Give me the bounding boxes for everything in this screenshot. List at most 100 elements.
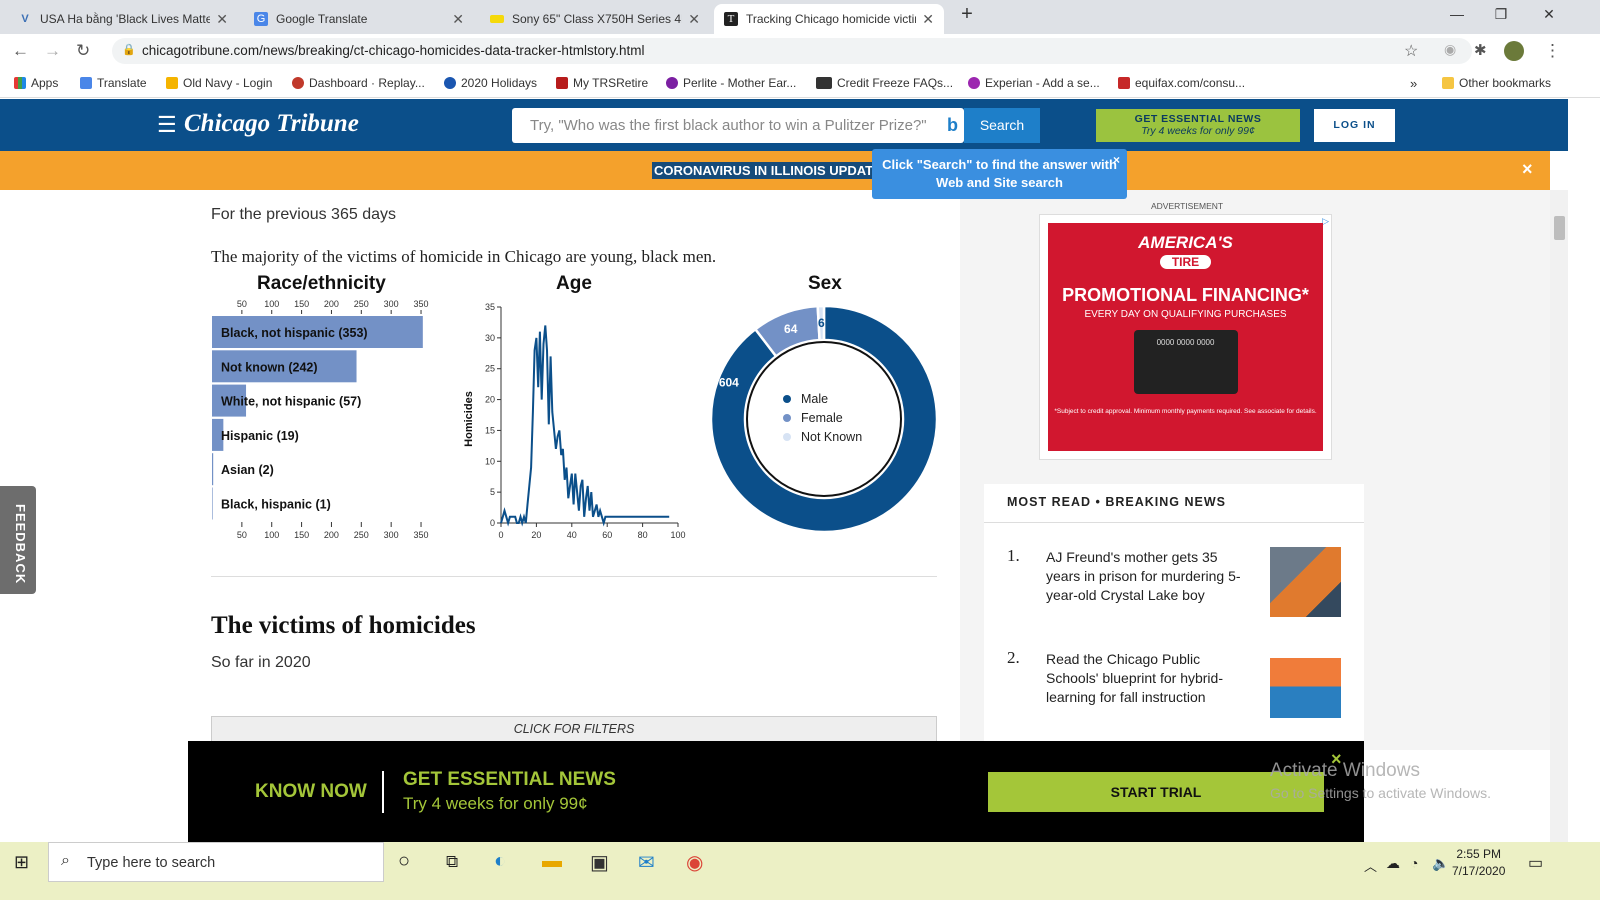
bookmark-trs[interactable]: My TRSRetire (556, 76, 648, 90)
bar-label: Black, not hispanic (353) (221, 326, 368, 340)
x-tick-label: 0 (498, 530, 503, 540)
bookmark-equifax[interactable]: equifax.com/consu... (1118, 76, 1245, 90)
y-tick-label: 5 (490, 487, 495, 497)
notifications-icon[interactable]: ▭ (1528, 853, 1543, 873)
back-icon[interactable]: ← (12, 41, 29, 61)
network-icon[interactable]: ◔ (1410, 855, 1418, 871)
bookmark-experian[interactable]: Experian - Add a se... (968, 76, 1100, 90)
coronavirus-banner: CORONAVIRUS IN ILLINOIS UPDATES × (0, 151, 1550, 190)
extension-icon[interactable]: ◉ (1444, 41, 1456, 58)
clock[interactable]: 2:55 PM 7/17/2020 (1452, 846, 1505, 880)
close-banner-icon[interactable]: × (1522, 159, 1533, 180)
other-bookmarks[interactable]: Other bookmarks (1442, 76, 1551, 90)
ad-banner[interactable]: AMERICA'S TIRE PROMOTIONAL FINANCING* EV… (1048, 223, 1323, 451)
legend-swatch (783, 414, 791, 422)
essential-news-button[interactable]: GET ESSENTIAL NEWS Try 4 weeks for only … (1096, 109, 1300, 142)
new-tab-icon[interactable]: + (952, 3, 982, 26)
restore-icon[interactable]: ❐ (1486, 6, 1516, 23)
divider (984, 522, 1364, 523)
close-window-icon[interactable]: ✕ (1534, 6, 1564, 23)
cortana-icon[interactable]: ○ (398, 850, 410, 873)
windows-activation-watermark: Activate Windows Go to Settings to activ… (1270, 760, 1491, 801)
ad-label: ADVERTISEMENT (1151, 201, 1224, 211)
puzzle-icon[interactable]: ✱ (1474, 41, 1487, 59)
windows-start-icon[interactable]: ⊞ (14, 852, 29, 873)
x-tick-label-bottom: 250 (354, 530, 369, 540)
browser-tab[interactable]: V USA Ha bằng 'Black Lives Matter' ✕ (8, 4, 238, 34)
site-logo[interactable]: Chicago Tribune (184, 110, 359, 138)
store-icon[interactable]: ▣ (590, 850, 609, 875)
close-tooltip-icon[interactable]: × (1113, 151, 1120, 169)
url-field[interactable]: 🔒 chicagotribune.com/news/breaking/ct-ch… (112, 38, 1472, 64)
hamburger-menu-icon[interactable]: ☰ (157, 112, 177, 138)
x-tick-label: 100 (670, 530, 685, 540)
bookmark-dashboard[interactable]: Dashboard · Replay... (292, 76, 425, 90)
tray-chevron-icon[interactable]: ︿ (1364, 856, 1377, 875)
legend-label: Not Known (801, 430, 862, 444)
slice-value-label: 604 (719, 375, 739, 389)
x-tick-label-bottom: 200 (324, 530, 339, 540)
taskbar-search[interactable]: ⌕ Type here to search (48, 842, 384, 882)
folder-icon (1442, 77, 1454, 89)
x-tick-label-bottom: 50 (237, 530, 247, 540)
dashboard-icon (292, 77, 304, 89)
onedrive-icon[interactable]: ☁ (1386, 855, 1400, 872)
search-button[interactable]: Search (964, 108, 1040, 143)
adchoices-icon[interactable]: ▷ (1322, 216, 1329, 227)
chrome-icon[interactable]: ◉ (686, 850, 703, 875)
x-tick-label: 20 (531, 530, 541, 540)
feedback-tab[interactable]: FEEDBACK (0, 486, 36, 594)
browser-tab-active[interactable]: T Tracking Chicago homicide victim ✕ (714, 4, 944, 34)
story-thumbnail[interactable] (1270, 648, 1341, 718)
bookmark-ftc[interactable]: Credit Freeze FAQs... (816, 76, 953, 90)
y-tick-label: 20 (485, 395, 495, 405)
scrollbar[interactable] (1550, 190, 1568, 842)
article-subhead: For the previous 365 days (211, 206, 396, 223)
search-input[interactable]: Try, "Who was the first black author to … (512, 108, 964, 143)
file-explorer-icon[interactable]: ▬ (542, 850, 562, 873)
task-view-icon[interactable]: ⧉ (446, 852, 458, 872)
close-tab-icon[interactable]: ✕ (216, 11, 228, 28)
close-tab-icon[interactable]: ✕ (922, 11, 934, 28)
browser-tab-bar: V USA Ha bằng 'Black Lives Matter' ✕ G G… (0, 0, 1600, 34)
y-tick-label: 35 (485, 302, 495, 312)
credit-card-image: 0000 0000 0000 (1133, 330, 1238, 394)
x-tick-label: 60 (602, 530, 612, 540)
experian-icon (968, 77, 980, 89)
login-button[interactable]: LOG IN (1314, 109, 1395, 142)
trs-icon (556, 77, 568, 89)
browser-tab[interactable]: G Google Translate ✕ (244, 4, 474, 34)
bar-label: White, not hispanic (57) (221, 395, 361, 409)
y-tick-label: 25 (485, 364, 495, 374)
star-icon[interactable]: ☆ (1404, 41, 1418, 61)
story-thumbnail[interactable] (1270, 547, 1341, 617)
forward-icon[interactable]: → (44, 41, 61, 61)
filters-button[interactable]: CLICK FOR FILTERS (211, 716, 937, 742)
sex-donut-chart: 604 64 6 Male Female Not Known (709, 304, 939, 534)
race-bar-chart: 50 50 100 100 150 150 200 200 250 250 300 300 350 350… (212, 299, 429, 540)
x-tick-label: 80 (638, 530, 648, 540)
scrollbar-thumb[interactable] (1554, 216, 1565, 240)
menu-icon[interactable]: ⋮ (1544, 41, 1561, 61)
avatar[interactable] (1504, 41, 1524, 61)
close-tab-icon[interactable]: ✕ (688, 11, 700, 28)
reload-icon[interactable]: ↻ (76, 41, 90, 61)
bookmark-perlite[interactable]: Perlite - Mother Ear... (666, 76, 796, 90)
minimize-icon[interactable]: — (1442, 6, 1472, 22)
close-tab-icon[interactable]: ✕ (452, 11, 464, 28)
browser-tab[interactable]: Sony 65" Class X750H Series 4K U ✕ (480, 4, 710, 34)
search-icon: ⌕ (61, 852, 70, 869)
edge-icon[interactable]: ◐ (494, 850, 506, 873)
bookmark-old-navy[interactable]: Old Navy - Login (166, 76, 272, 90)
bookmark-translate[interactable]: Translate (80, 76, 147, 90)
bookmark-holidays[interactable]: 2020 Holidays (444, 76, 537, 90)
legend-swatch (783, 433, 791, 441)
x-tick-label-top: 200 (324, 299, 339, 309)
banner-link[interactable]: CORONAVIRUS IN ILLINOIS UPDATES (652, 162, 872, 179)
more-bookmarks-button[interactable]: » (1410, 76, 1417, 91)
mail-icon[interactable]: ✉ (638, 850, 655, 875)
volume-icon[interactable]: 🔈 (1432, 855, 1449, 872)
x-tick-label-bottom: 300 (384, 530, 399, 540)
old-navy-icon (166, 77, 178, 89)
bookmark-apps[interactable]: Apps (14, 76, 58, 90)
